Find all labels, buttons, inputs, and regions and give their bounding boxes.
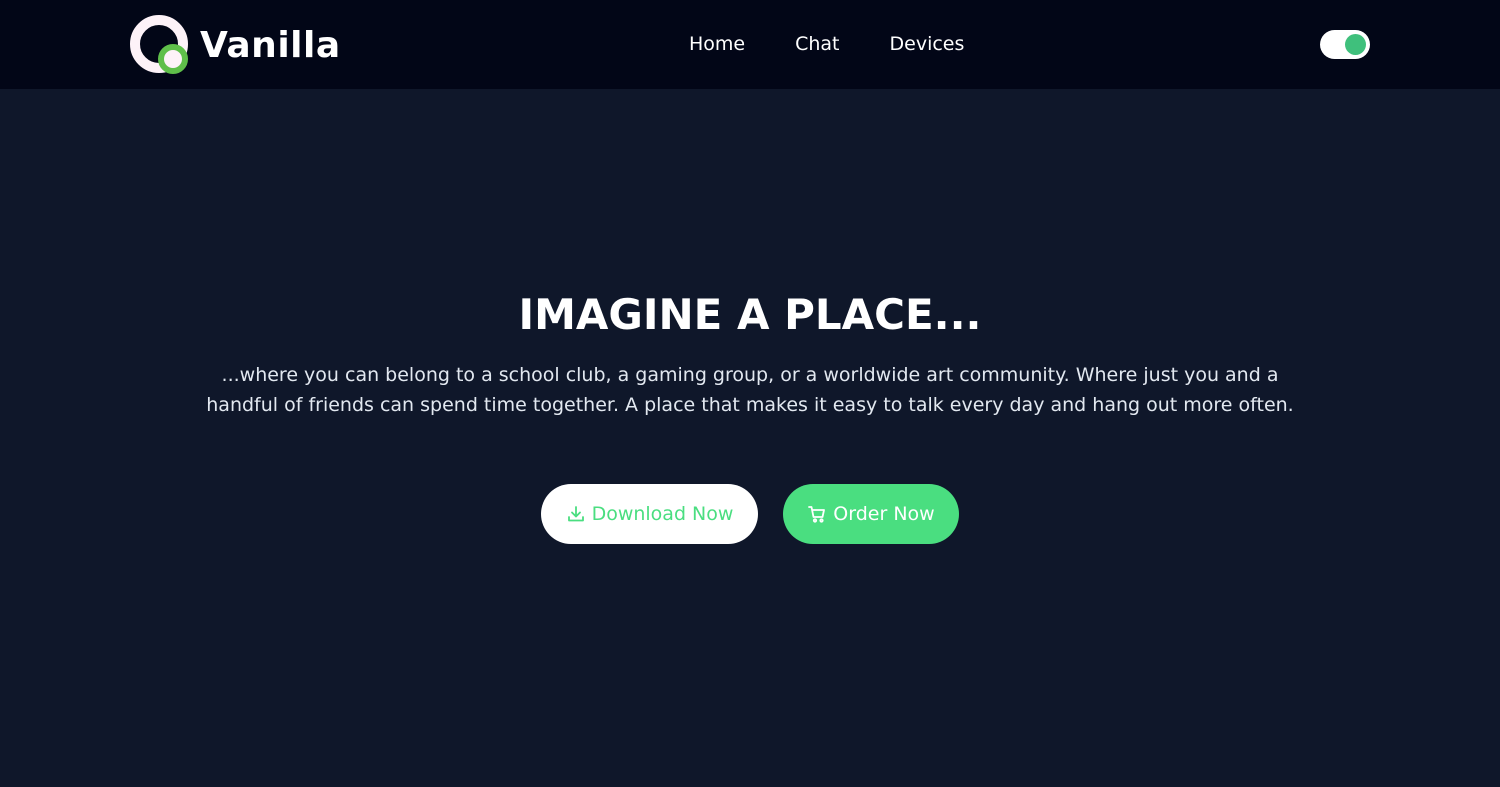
main-nav: Home Chat Devices: [689, 31, 964, 57]
hero-section: IMAGINE A PLACE... ...where you can belo…: [0, 89, 1500, 787]
logo-icon: [130, 15, 190, 75]
download-now-label: Download Now: [591, 503, 734, 525]
brand-name: Vanilla: [200, 24, 341, 66]
nav-item-devices[interactable]: Devices: [890, 31, 965, 57]
download-icon: [566, 504, 586, 524]
theme-toggle[interactable]: [1320, 30, 1370, 59]
site-header: Vanilla Home Chat Devices: [0, 0, 1500, 89]
download-now-button[interactable]: Download Now: [541, 484, 758, 544]
nav-item-chat[interactable]: Chat: [795, 31, 839, 57]
nav-item-home[interactable]: Home: [689, 31, 745, 57]
cart-icon: [807, 504, 827, 524]
hero-description: ...where you can belong to a school club…: [206, 364, 1294, 416]
hero-title: IMAGINE A PLACE...: [518, 290, 982, 339]
brand-logo[interactable]: Vanilla: [130, 15, 341, 75]
toggle-knob: [1345, 34, 1366, 55]
order-now-label: Order Now: [833, 503, 935, 525]
order-now-button[interactable]: Order Now: [783, 484, 959, 544]
